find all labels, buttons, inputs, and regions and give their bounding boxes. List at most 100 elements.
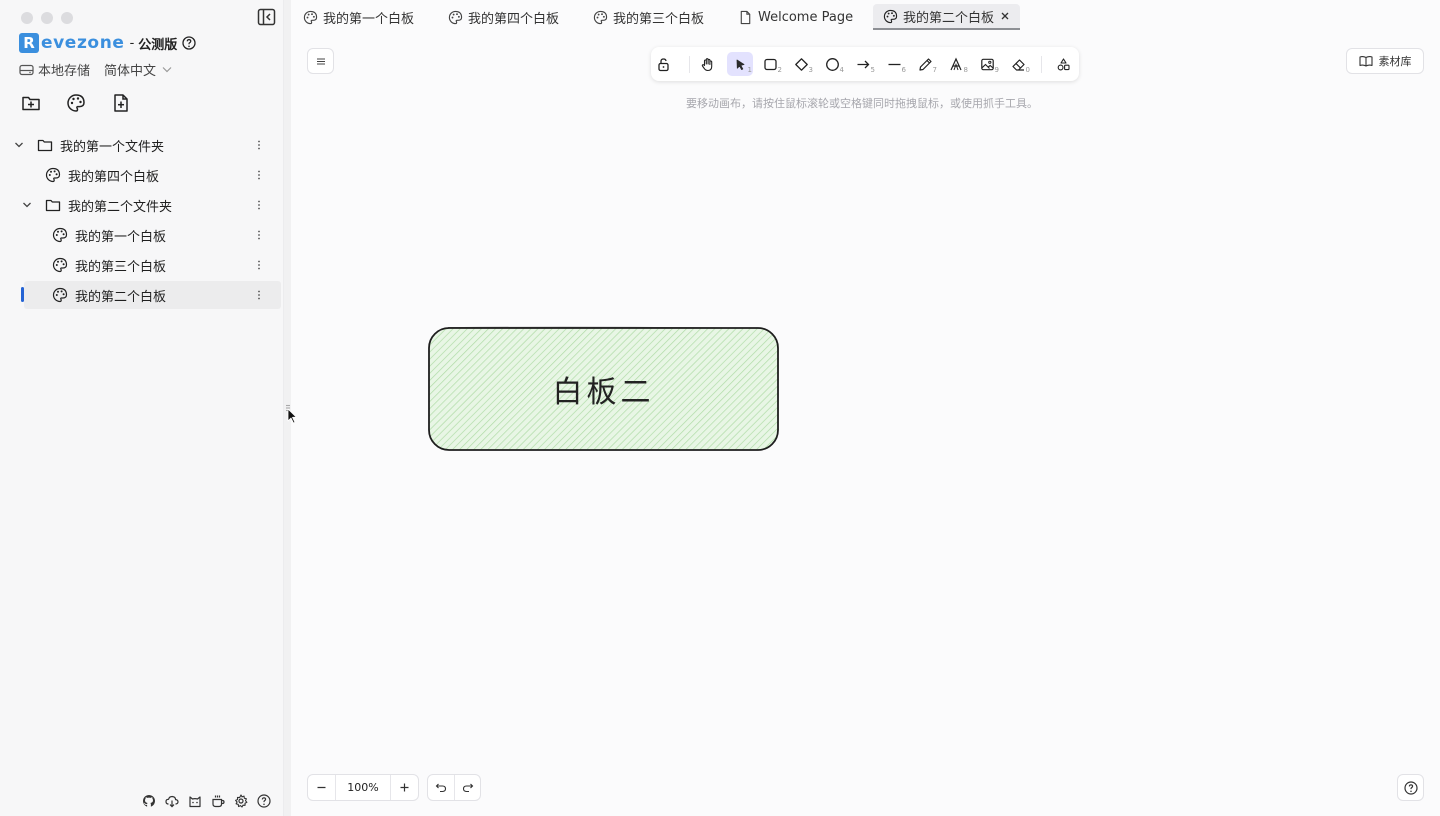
tab-label: 我的第四个白板 <box>468 11 560 27</box>
brand-logo-initial: R <box>19 33 39 53</box>
tree-item-label: 我的第四个白板 <box>68 169 160 185</box>
selection-tool[interactable]: 1 <box>727 52 753 76</box>
arrow-tool[interactable]: 5 <box>850 52 876 76</box>
tree-item-folder[interactable]: 我的第二个文件夹 <box>22 191 266 219</box>
shortcut-key: 4 <box>839 66 844 74</box>
language-select[interactable]: 简体中文 <box>104 60 172 79</box>
chevron-down-icon[interactable] <box>22 200 32 210</box>
tab-board-active[interactable]: 我的第二个白板 <box>873 4 1021 30</box>
redo-button[interactable] <box>454 775 480 800</box>
folder-icon <box>37 139 53 152</box>
tab-label: 我的第三个白板 <box>613 11 705 27</box>
github-icon[interactable] <box>142 794 156 808</box>
undo-button[interactable] <box>428 775 454 800</box>
close-icon[interactable] <box>1000 11 1010 21</box>
zoom-out-button[interactable] <box>308 775 335 800</box>
tab-welcome-page[interactable]: Welcome Page <box>728 4 863 30</box>
tab-board[interactable]: 我的第三个白板 <box>583 4 714 30</box>
more-vertical-icon[interactable] <box>252 168 266 182</box>
more-vertical-icon[interactable] <box>252 138 266 152</box>
help-icon[interactable] <box>257 794 271 808</box>
arrow-right-icon <box>857 60 869 68</box>
minimize-window-button[interactable] <box>41 12 53 24</box>
palette-icon <box>52 287 68 303</box>
tree-item-label: 我的第一个白板 <box>75 229 167 245</box>
palette-icon <box>448 10 463 24</box>
file-plus-icon[interactable] <box>111 93 131 113</box>
tree-item-board[interactable]: 我的第四个白板 <box>45 161 266 189</box>
close-window-button[interactable] <box>21 12 33 24</box>
tab-board[interactable]: 我的第四个白板 <box>438 4 569 30</box>
zoom-controls: 100% <box>307 774 419 801</box>
zoom-reset-button[interactable]: 100% <box>335 775 391 800</box>
palette-icon <box>52 257 68 273</box>
tree-item-board[interactable]: 我的第一个白板 <box>52 221 266 249</box>
tree-item-label: 我的第二个文件夹 <box>68 199 173 215</box>
lock-tool[interactable] <box>653 52 673 76</box>
tree-item-folder[interactable]: 我的第一个文件夹 <box>14 131 266 159</box>
tree-item-label: 我的第二个白板 <box>75 289 167 305</box>
hand-tool[interactable] <box>696 52 718 76</box>
edition-label: 公测版 <box>138 37 178 53</box>
tree-item-label: 我的第三个白板 <box>75 259 167 275</box>
chevron-down-icon[interactable] <box>14 140 24 150</box>
palette-icon[interactable] <box>66 93 86 113</box>
window-controls <box>21 12 73 24</box>
tab-board[interactable]: 我的第一个白板 <box>293 4 424 30</box>
eraser-tool[interactable]: 0 <box>1005 52 1031 76</box>
sidebar-footer <box>142 794 271 808</box>
help-icon <box>1403 780 1418 795</box>
cloud-download-icon[interactable] <box>165 794 179 808</box>
shortcut-key: 3 <box>808 66 813 74</box>
coffee-icon[interactable] <box>211 794 225 808</box>
help-icon[interactable] <box>182 36 196 50</box>
tree-item-label: 我的第一个文件夹 <box>60 139 165 155</box>
canvas-help-button[interactable] <box>1397 774 1424 801</box>
more-vertical-icon[interactable] <box>252 228 266 242</box>
settings-icon[interactable] <box>234 794 248 808</box>
book-open-icon <box>1358 56 1373 67</box>
whiteboard-canvas[interactable]: 1 2 3 4 5 6 7 8 9 0 要移动画布，请按住鼠标滚轮或空格键同时拖… <box>291 32 1440 816</box>
redo-icon <box>462 783 473 793</box>
diamond-tool[interactable]: 3 <box>788 52 814 76</box>
tab-label: 我的第二个白板 <box>903 10 995 26</box>
line-tool[interactable]: 6 <box>881 52 907 76</box>
rectangle-tool[interactable]: 2 <box>757 52 783 76</box>
rectangle-icon <box>763 58 777 70</box>
more-vertical-icon[interactable] <box>252 258 266 272</box>
minus-icon <box>317 786 326 789</box>
main-menu-button[interactable] <box>307 48 334 74</box>
shortcut-key: 8 <box>963 66 968 74</box>
sidebar-collapse-icon[interactable] <box>257 8 276 26</box>
more-vertical-icon[interactable] <box>252 198 266 212</box>
zoom-in-button[interactable] <box>391 775 418 800</box>
library-label: 素材库 <box>1378 55 1412 68</box>
text-tool[interactable]: 8 <box>943 52 969 76</box>
image-tool[interactable]: 9 <box>974 52 1000 76</box>
tree-item-board[interactable]: 我的第三个白板 <box>52 251 266 279</box>
line-icon <box>888 63 900 65</box>
pencil-tool[interactable]: 7 <box>912 52 938 76</box>
mouse-cursor-icon <box>287 408 297 424</box>
tab-label: 我的第一个白板 <box>323 11 415 27</box>
history-controls <box>427 774 481 801</box>
cat-icon[interactable] <box>188 794 202 808</box>
ellipse-icon <box>825 57 839 71</box>
pointer-icon <box>736 59 744 70</box>
more-vertical-icon[interactable] <box>252 288 266 302</box>
maximize-window-button[interactable] <box>61 12 73 24</box>
library-button[interactable]: 素材库 <box>1346 48 1424 74</box>
ellipse-tool[interactable]: 4 <box>819 52 845 76</box>
shortcut-key: 0 <box>1025 66 1030 74</box>
undo-icon <box>435 783 447 793</box>
tab-label: Welcome Page <box>758 9 854 25</box>
plus-icon <box>400 783 409 792</box>
shapes-icon <box>1057 57 1070 70</box>
storage-label[interactable]: 本地存储 <box>38 60 90 79</box>
tree-item-board-active[interactable]: 我的第二个白板 <box>24 281 281 309</box>
folder-plus-icon[interactable] <box>21 93 41 113</box>
more-shapes-tool[interactable] <box>1052 52 1074 76</box>
language-label: 简体中文 <box>104 64 157 79</box>
brand-name: evezone <box>41 33 125 53</box>
file-icon <box>740 10 751 24</box>
